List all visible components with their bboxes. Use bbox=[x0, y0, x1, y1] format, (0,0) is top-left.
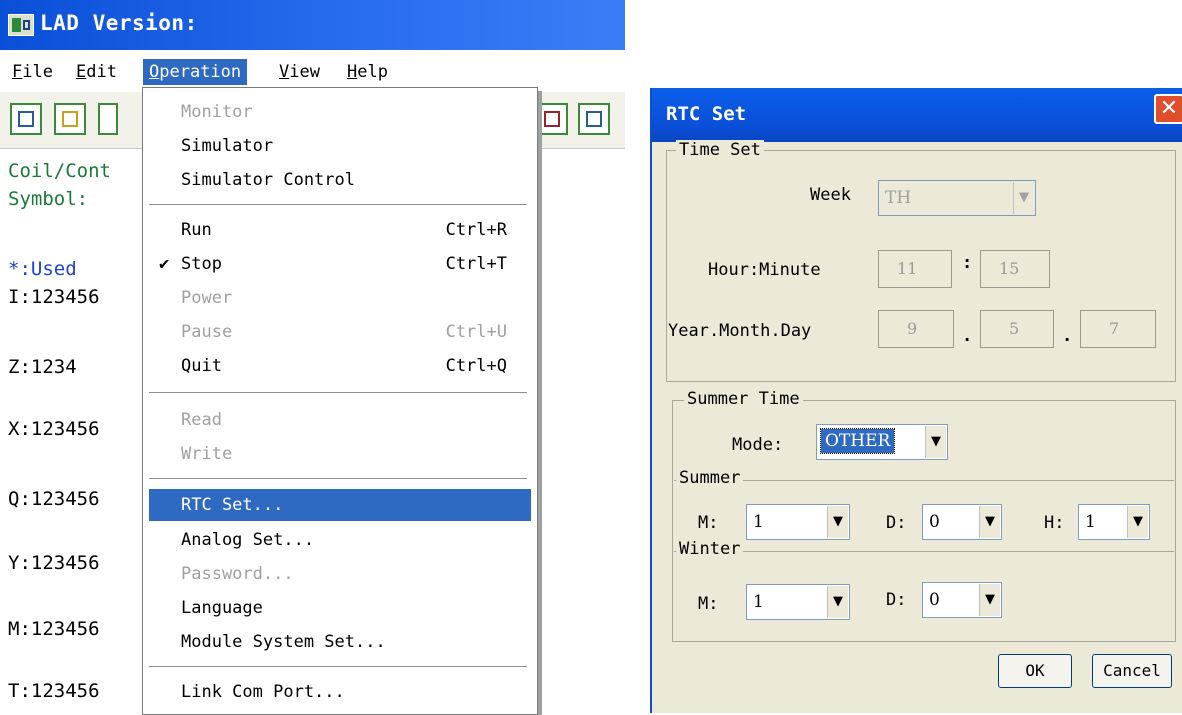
summer-divider bbox=[674, 480, 1174, 481]
symbol-row-y: Y:123456 bbox=[8, 552, 100, 574]
symbol-row-m: M:123456 bbox=[8, 618, 100, 640]
minute-field[interactable]: 15 bbox=[980, 250, 1050, 288]
menu-item-stop[interactable]: ✔ Stop Ctrl+T bbox=[153, 248, 529, 280]
chevron-down-icon: ▼ bbox=[1127, 506, 1148, 538]
rtc-set-dialog: RTC Set ✕ Time Set Week TH ▼ Hour:Minute… bbox=[650, 88, 1182, 713]
operation-menu: Monitor Simulator Simulator Control Run C… bbox=[142, 87, 538, 715]
lad-window: LAD Version: File Edit Operation View He… bbox=[0, 0, 625, 715]
time-colon: : bbox=[962, 253, 973, 273]
mode-label: Mode: bbox=[732, 435, 784, 455]
window-title: LAD Version: bbox=[40, 11, 198, 35]
summer-month-select[interactable]: 1 ▼ bbox=[746, 504, 850, 540]
new-file-icon[interactable] bbox=[10, 103, 42, 135]
week-label: Week bbox=[810, 185, 851, 205]
chevron-down-icon: ▼ bbox=[827, 506, 848, 538]
menu-item-link-com-port[interactable]: Link Com Port... bbox=[153, 676, 529, 708]
toolbar-chart-icon[interactable] bbox=[578, 103, 610, 135]
menu-item-write[interactable]: Write bbox=[153, 438, 529, 470]
summer-day-select[interactable]: 0 ▼ bbox=[922, 504, 1002, 540]
menu-item-quit[interactable]: Quit Ctrl+Q bbox=[153, 350, 529, 382]
symbol-row-z: Z:1234 bbox=[8, 356, 77, 378]
chevron-down-icon: ▼ bbox=[979, 506, 1000, 538]
menu-separator bbox=[149, 478, 527, 480]
hour-field[interactable]: 11 bbox=[878, 250, 952, 288]
chevron-down-icon: ▼ bbox=[979, 584, 1000, 616]
symbol-label: Symbol: bbox=[8, 188, 89, 210]
menu-file[interactable]: File bbox=[6, 59, 59, 85]
time-set-title: Time Set bbox=[676, 140, 764, 160]
lad-titlebar[interactable]: LAD Version: bbox=[0, 0, 625, 50]
used-legend: *:Used bbox=[8, 258, 77, 280]
winter-divider bbox=[674, 551, 1174, 552]
summer-hour-label: H: bbox=[1044, 513, 1065, 533]
menu-item-run[interactable]: Run Ctrl+R bbox=[153, 214, 529, 246]
winter-month-select[interactable]: 1 ▼ bbox=[746, 584, 850, 620]
menu-item-analog-set[interactable]: Analog Set... bbox=[153, 524, 529, 556]
summer-day-label: D: bbox=[886, 513, 907, 533]
save-icon[interactable] bbox=[98, 103, 118, 135]
summer-month-label: M: bbox=[698, 513, 719, 533]
menu-help[interactable]: Help bbox=[341, 59, 394, 85]
menu-operation[interactable]: Operation bbox=[143, 59, 248, 85]
coil-contact-label: Coil/Cont bbox=[8, 160, 111, 182]
menu-item-simulator-control[interactable]: Simulator Control bbox=[153, 164, 529, 196]
menu-separator bbox=[149, 392, 527, 394]
menu-item-read[interactable]: Read bbox=[153, 404, 529, 436]
winter-subgroup-title: Winter bbox=[676, 539, 744, 559]
menu-item-rtc-set[interactable]: RTC Set... bbox=[149, 489, 531, 521]
symbol-panel: Coil/Cont Symbol: *:Used I:123456 Z:1234… bbox=[0, 150, 148, 713]
menu-item-monitor[interactable]: Monitor bbox=[153, 96, 529, 128]
open-folder-icon[interactable] bbox=[54, 103, 86, 135]
winter-month-label: M: bbox=[698, 594, 719, 614]
month-field[interactable]: 5 bbox=[980, 310, 1054, 348]
summer-time-title: Summer Time bbox=[684, 389, 803, 409]
year-month-day-label: Year.Month.Day bbox=[668, 321, 812, 341]
menu-item-power[interactable]: Power bbox=[153, 282, 529, 314]
dialog-titlebar[interactable]: RTC Set ✕ bbox=[652, 88, 1182, 142]
winter-day-label: D: bbox=[886, 590, 907, 610]
dialog-title: RTC Set bbox=[666, 103, 747, 125]
symbol-row-t: T:123456 bbox=[8, 680, 100, 702]
date-dot: . bbox=[1062, 326, 1073, 346]
menu-view[interactable]: View bbox=[273, 59, 326, 85]
chevron-down-icon: ▼ bbox=[1013, 182, 1034, 214]
toolbar-tool-icon[interactable] bbox=[536, 103, 568, 135]
hour-minute-label: Hour:Minute bbox=[708, 260, 821, 280]
menu-edit[interactable]: Edit bbox=[70, 59, 123, 85]
week-select[interactable]: TH ▼ bbox=[878, 180, 1036, 216]
summer-subgroup-title: Summer bbox=[676, 468, 744, 488]
chevron-down-icon: ▼ bbox=[827, 586, 848, 618]
chevron-down-icon: ▼ bbox=[925, 426, 946, 458]
day-field[interactable]: 7 bbox=[1080, 310, 1156, 348]
year-field[interactable]: 9 bbox=[878, 310, 954, 348]
ok-button[interactable]: OK bbox=[998, 654, 1072, 688]
close-icon[interactable]: ✕ bbox=[1154, 94, 1182, 124]
menu-item-module-system-set[interactable]: Module System Set... bbox=[153, 626, 529, 658]
menubar: File Edit Operation View Help bbox=[0, 56, 625, 88]
menu-item-pause[interactable]: Pause Ctrl+U bbox=[153, 316, 529, 348]
symbol-row-i: I:123456 bbox=[8, 286, 100, 308]
menu-item-simulator[interactable]: Simulator bbox=[153, 130, 529, 162]
winter-day-select[interactable]: 0 ▼ bbox=[922, 582, 1002, 618]
menu-item-language[interactable]: Language bbox=[153, 592, 529, 624]
summer-hour-select[interactable]: 1 ▼ bbox=[1078, 504, 1150, 540]
menu-separator bbox=[149, 666, 527, 668]
menu-separator bbox=[149, 204, 527, 206]
symbol-row-x: X:123456 bbox=[8, 418, 100, 440]
app-icon bbox=[8, 14, 34, 36]
mode-select[interactable]: OTHER ▼ bbox=[816, 424, 948, 460]
check-icon: ✔ bbox=[159, 254, 170, 274]
symbol-row-q: Q:123456 bbox=[8, 488, 100, 510]
cancel-button[interactable]: Cancel bbox=[1092, 654, 1172, 688]
date-dot: . bbox=[962, 326, 973, 346]
menu-item-password[interactable]: Password... bbox=[153, 558, 529, 590]
